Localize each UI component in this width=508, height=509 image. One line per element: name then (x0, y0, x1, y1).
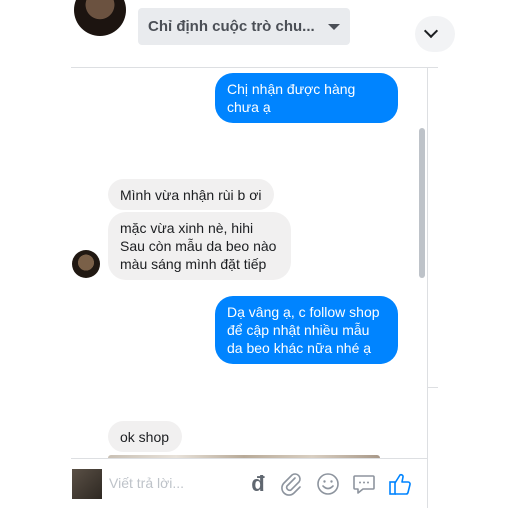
message-line: ok shop (120, 429, 170, 445)
divider (428, 387, 438, 388)
contact-avatar[interactable] (74, 0, 126, 36)
chat-icon[interactable] (351, 471, 377, 497)
scrollbar[interactable] (417, 68, 427, 458)
message-line: để cập nhật nhiều mẫu (227, 322, 370, 338)
sender-avatar (72, 250, 100, 278)
composer: Viết trả lời... đ (71, 458, 427, 509)
message-line: Sau còn mẫu da beo nào (120, 238, 277, 254)
message-bubble-incoming: mặc vừa xinh nè, hihi Sau còn mẫu da beo… (108, 212, 291, 280)
scrollbar-thumb[interactable] (419, 128, 425, 278)
message-bubble-outgoing: Chị nhận được hàng chưa ạ (215, 73, 398, 123)
currency-dong-icon[interactable]: đ (245, 471, 271, 497)
message-bubble-outgoing: Dạ vâng ạ, c follow shop để cập nhật nhi… (215, 296, 398, 364)
chevron-down-icon (423, 23, 439, 39)
emoji-icon[interactable] (315, 471, 341, 497)
paperclip-icon[interactable] (278, 471, 304, 497)
message-line: Dạ vâng ạ, c follow shop (227, 304, 380, 320)
chat-header: Chỉ định cuộc trò chu... (71, 0, 455, 68)
message-line: màu sáng mình đặt tiếp (120, 256, 267, 272)
conversation-select[interactable]: Chỉ định cuộc trò chu... (138, 8, 350, 45)
user-avatar (72, 469, 102, 499)
chat-panel: Chỉ định cuộc trò chu... Chị nhận được h… (71, 0, 455, 509)
message-line: Mình vừa nhận rùi b ơi (120, 187, 262, 203)
message-bubble-incoming: Mình vừa nhận rùi b ơi (108, 179, 274, 210)
thumbs-up-icon[interactable] (387, 471, 413, 497)
reply-input[interactable]: Viết trả lời... (109, 475, 184, 491)
message-line: Chị nhận được hàng (227, 81, 356, 97)
message-bubble-incoming: ok shop (108, 421, 182, 452)
message-list: Chị nhận được hàng chưa ạ Mình vừa nhận … (71, 68, 427, 458)
divider (427, 68, 428, 508)
message-line: mặc vừa xinh nè, hihi (120, 220, 254, 236)
options-button[interactable] (415, 16, 455, 52)
message-line: chưa ạ (227, 99, 271, 115)
message-line: da beo khác nữa nhé ạ (227, 340, 372, 356)
conversation-select-label: Chỉ định cuộc trò chu... (148, 18, 315, 35)
caret-down-icon (328, 24, 340, 30)
